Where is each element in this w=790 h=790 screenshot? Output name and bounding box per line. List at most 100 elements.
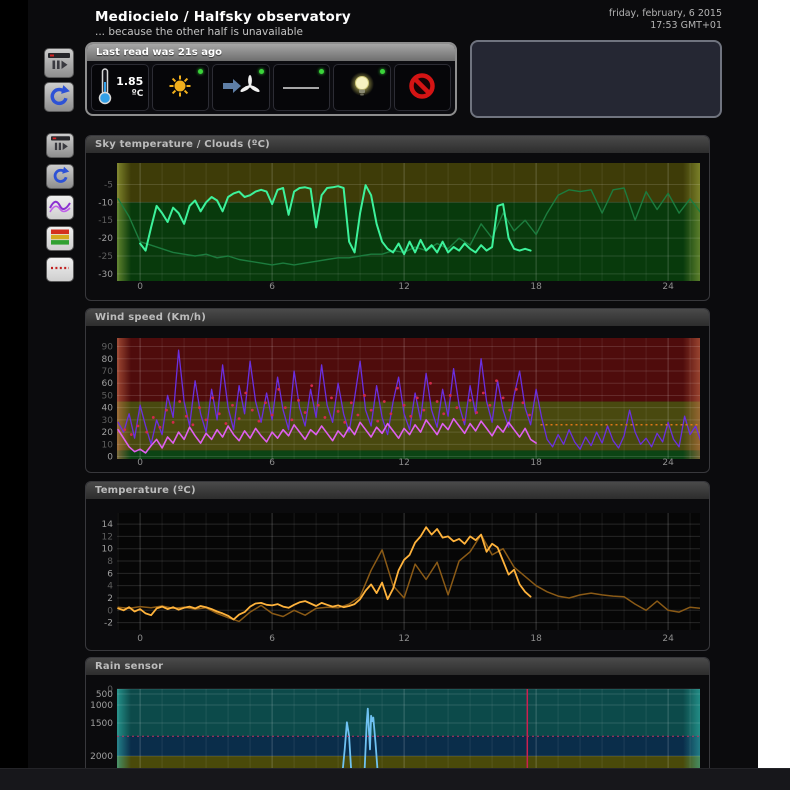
svg-text:12: 12 bbox=[398, 282, 409, 292]
dotted-line-button[interactable] bbox=[46, 257, 74, 282]
status-led bbox=[198, 69, 203, 74]
svg-text:0: 0 bbox=[137, 634, 143, 644]
svg-text:6: 6 bbox=[269, 634, 275, 644]
thermometer-icon bbox=[96, 67, 114, 109]
svg-text:-20: -20 bbox=[98, 234, 113, 244]
svg-text:-2: -2 bbox=[104, 619, 113, 629]
panels-icon bbox=[48, 53, 70, 74]
tile-sun[interactable] bbox=[152, 64, 210, 111]
refresh-icon bbox=[46, 83, 72, 112]
svg-text:-30: -30 bbox=[98, 270, 113, 280]
curves-icon bbox=[48, 196, 72, 219]
svg-text:20: 20 bbox=[102, 428, 114, 438]
status-led bbox=[380, 69, 385, 74]
chart-canvas[interactable]: -5 -10 -15 -20 -25 -30 0 6 12 18 24 bbox=[86, 153, 709, 300]
svg-text:1000: 1000 bbox=[90, 701, 113, 711]
svg-text:6: 6 bbox=[269, 282, 275, 292]
chart-title[interactable]: Temperature (ºC) bbox=[86, 482, 709, 499]
sun-icon bbox=[167, 73, 193, 103]
tile-bulb[interactable] bbox=[333, 64, 391, 111]
svg-text:0: 0 bbox=[137, 458, 143, 468]
status-tiles: 1.85 ºC bbox=[87, 61, 455, 114]
status-panel: Last read was 21s ago 1.85 ºC bbox=[85, 42, 457, 116]
svg-text:6: 6 bbox=[269, 458, 275, 468]
chart-canvas[interactable]: 14 12 10 8 6 4 2 0 -2 0 6 12 18 24 bbox=[86, 499, 709, 650]
tile-temperature[interactable]: 1.85 ºC bbox=[91, 64, 149, 111]
status-led bbox=[259, 69, 264, 74]
bulb-icon bbox=[348, 71, 376, 105]
svg-text:24: 24 bbox=[662, 282, 674, 292]
bottom-bar bbox=[0, 768, 790, 790]
svg-text:-10: -10 bbox=[98, 198, 113, 208]
top-toolbar bbox=[44, 48, 74, 112]
datetime: friday, february, 6 2015 17:53 GMT+01 bbox=[609, 8, 722, 33]
svg-text:24: 24 bbox=[662, 458, 674, 468]
panels-button[interactable] bbox=[44, 48, 74, 78]
tile-blocked[interactable] bbox=[394, 64, 452, 111]
svg-text:40: 40 bbox=[102, 404, 114, 414]
wind-icon bbox=[221, 72, 261, 104]
svg-text:1500: 1500 bbox=[90, 719, 113, 729]
svg-text:-15: -15 bbox=[98, 216, 113, 226]
temperature-unit: ºC bbox=[116, 89, 143, 99]
svg-text:10: 10 bbox=[102, 440, 114, 450]
curves-button[interactable] bbox=[46, 195, 74, 220]
svg-text:18: 18 bbox=[530, 282, 542, 292]
date-text: friday, february, 6 2015 bbox=[609, 8, 722, 20]
blocked-icon bbox=[407, 71, 437, 105]
svg-text:500: 500 bbox=[96, 690, 113, 700]
svg-text:80: 80 bbox=[102, 355, 114, 365]
svg-text:12: 12 bbox=[102, 532, 113, 542]
tile-flatline[interactable] bbox=[273, 64, 331, 111]
chart-toolbar bbox=[46, 133, 74, 282]
page-subtitle: ... because the other half is unavailabl… bbox=[95, 26, 303, 38]
chart-panel-sky: Sky temperature / Clouds (ºC) -5 -10 -15 -2… bbox=[85, 135, 710, 301]
page: Mediocielo / Halfsky observatory ... bec… bbox=[0, 0, 790, 790]
refresh-button[interactable] bbox=[44, 82, 74, 112]
svg-text:12: 12 bbox=[398, 458, 409, 468]
info-panel bbox=[470, 40, 722, 118]
svg-text:18: 18 bbox=[530, 458, 542, 468]
chart-title[interactable]: Wind speed (Km/h) bbox=[86, 309, 709, 326]
svg-text:70: 70 bbox=[102, 367, 114, 377]
svg-text:50: 50 bbox=[102, 391, 114, 401]
svg-text:24: 24 bbox=[662, 634, 674, 644]
status-led bbox=[319, 69, 324, 74]
tile-wind[interactable] bbox=[212, 64, 270, 111]
svg-text:4: 4 bbox=[107, 582, 113, 592]
chart-panel-wind: Wind speed (Km/h) 90 80 70 60 50 40 30 20 10 0 0 6 1… bbox=[85, 308, 710, 473]
svg-text:90: 90 bbox=[102, 343, 114, 353]
svg-text:10: 10 bbox=[102, 545, 114, 555]
line-icon bbox=[281, 78, 321, 97]
left-margin bbox=[0, 0, 28, 790]
temperature-value: 1.85 bbox=[116, 76, 143, 88]
svg-text:-25: -25 bbox=[98, 252, 113, 262]
panels-icon bbox=[51, 136, 70, 155]
svg-text:2: 2 bbox=[107, 594, 113, 604]
color-bands-icon bbox=[48, 227, 72, 250]
svg-text:0: 0 bbox=[107, 606, 113, 616]
chart-title[interactable]: Sky temperature / Clouds (ºC) bbox=[86, 136, 709, 153]
refresh-icon bbox=[50, 165, 71, 189]
svg-text:14: 14 bbox=[102, 520, 114, 530]
svg-text:-5: -5 bbox=[104, 180, 113, 190]
status-panel-header[interactable]: Last read was 21s ago bbox=[87, 44, 455, 61]
svg-text:18: 18 bbox=[530, 634, 542, 644]
refresh-button[interactable] bbox=[46, 164, 74, 189]
thresholds-button[interactable] bbox=[46, 226, 74, 251]
svg-text:60: 60 bbox=[102, 379, 114, 389]
time-text: 17:53 GMT+01 bbox=[609, 20, 722, 32]
svg-text:6: 6 bbox=[107, 569, 113, 579]
svg-text:0: 0 bbox=[107, 453, 113, 463]
panels-button[interactable] bbox=[46, 133, 74, 158]
chart-title[interactable]: Rain sensor bbox=[86, 658, 709, 675]
chart-canvas[interactable]: 90 80 70 60 50 40 30 20 10 0 0 6 12 18 24 bbox=[86, 326, 709, 472]
page-title: Mediocielo / Halfsky observatory bbox=[95, 9, 351, 25]
svg-text:0: 0 bbox=[137, 282, 143, 292]
chart-panel-temperature: Temperature (ºC) 14 12 10 8 6 4 2 0 -2 0 6 12 18 24 bbox=[85, 481, 710, 651]
svg-text:12: 12 bbox=[398, 634, 409, 644]
svg-text:8: 8 bbox=[107, 557, 113, 567]
svg-text:2000: 2000 bbox=[90, 752, 113, 762]
dotted-line-icon bbox=[48, 258, 72, 281]
svg-text:30: 30 bbox=[102, 416, 114, 426]
